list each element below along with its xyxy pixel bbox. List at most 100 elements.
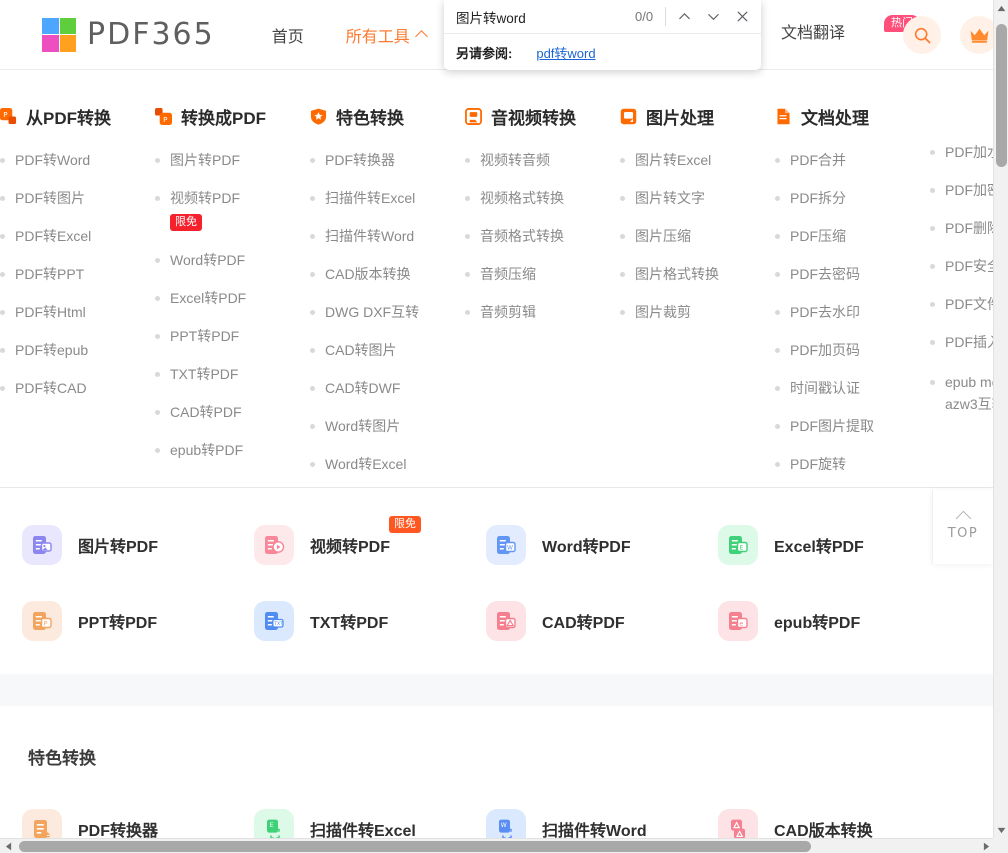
mega-item[interactable]: 音频格式转换 [453,227,608,245]
card-ppt-to-pdf[interactable]: P PPT转PDF [22,583,254,659]
mega-item[interactable]: 视频转PDF 限免 [143,189,298,231]
card-excel-to-pdf[interactable]: E Excel转PDF [718,507,950,583]
mega-item[interactable]: PPT转PDF [143,327,298,345]
mega-item[interactable]: PDF转PPT [0,265,143,283]
mega-item[interactable]: 音频压缩 [453,265,608,283]
vertical-scrollbar-thumb[interactable] [996,24,1007,167]
mega-item[interactable]: PDF加页码 [763,341,918,359]
mega-item[interactable]: 图片裁剪 [608,303,763,321]
horizontal-scrollbar[interactable] [0,838,1008,853]
page-root: PDF365 首页 所有工具 文档翻译 热门 P 从PDF转换 PDF转Word… [0,0,1008,853]
mega-item[interactable]: TXT转PDF [143,365,298,383]
find-close-button[interactable] [728,2,757,32]
mega-item[interactable]: 视频转音频 [453,151,608,169]
mega-item[interactable]: Excel转PDF [143,289,298,307]
mega-item[interactable]: CAD版本转换 [298,265,453,283]
card-video-to-pdf[interactable]: 视频转PDF 限免 [254,507,486,583]
mega-item[interactable]: 图片压缩 [608,227,763,245]
find-input[interactable] [444,8,635,25]
crown-icon [970,28,988,43]
pdf-convert-to-icon: P [155,108,172,125]
scroll-left-arrow[interactable] [0,839,16,853]
mega-item[interactable]: PDF删除页 [918,219,993,237]
mega-item[interactable]: PDF文件信息 [918,295,993,313]
find-suggestion-link[interactable]: pdf转word [536,43,595,62]
horizontal-scrollbar-thumb[interactable] [19,841,811,852]
mega-item[interactable]: 视频格式转换 [453,189,608,207]
scroll-up-arrow[interactable] [994,0,1008,16]
ppt-to-pdf-icon: P [22,601,62,641]
mega-item[interactable]: PDF去水印 [763,303,918,321]
mega-item[interactable]: Word转Excel [298,455,453,473]
mega-item[interactable]: PDF转Word [0,151,143,169]
mega-item[interactable]: PDF转换器 [298,151,453,169]
mega-item[interactable]: epub mobi azw3互转 [918,371,993,415]
video-to-pdf-icon [254,525,294,565]
find-next-button[interactable] [699,2,728,32]
mega-item[interactable]: PDF转图片 [0,189,143,207]
mega-item[interactable]: Word转PDF [143,251,298,269]
card-txt-to-pdf[interactable]: TXT TXT转PDF [254,583,486,659]
mega-item[interactable]: PDF转Excel [0,227,143,245]
mega-item[interactable]: PDF压缩 [763,227,918,245]
scroll-down-arrow[interactable] [994,822,1008,838]
mega-item[interactable]: PDF图片提取 [763,417,918,435]
mega-item[interactable]: PDF合并 [763,151,918,169]
mega-column-title: 文档处理 [801,109,869,128]
back-to-top-button[interactable]: TOP [932,490,993,564]
mega-item[interactable]: PDF转CAD [0,379,143,397]
mega-item[interactable]: PDF安全设置 [918,257,993,275]
mega-item[interactable]: 图片格式转换 [608,265,763,283]
section-divider [0,674,993,706]
mega-item[interactable]: 图片转文字 [608,189,763,207]
find-suggestion-row: 另请参阅: pdf转word [444,34,761,70]
mega-item[interactable]: PDF加水印 [918,143,993,161]
mega-item[interactable]: PDF转Html [0,303,143,321]
svg-text:E: E [739,543,743,551]
word-to-pdf-icon: W [486,525,526,565]
mega-item[interactable]: epub转PDF [143,441,298,459]
epub-to-pdf-icon: e [718,601,758,641]
nav-item-doc-translate[interactable]: 文档翻译 [781,19,845,43]
mega-item[interactable]: PDF拆分 [763,189,918,207]
mega-item[interactable]: CAD转PDF [143,403,298,421]
find-bar-row: 0/0 [444,0,761,34]
mega-item[interactable]: PDF旋转 [763,455,918,473]
mega-column-media: 音视频转换 视频转音频 视频格式转换 音频格式转换 音频压缩 音频剪辑 [453,104,608,487]
mega-item[interactable]: Word转图片 [298,417,453,435]
mega-column-header: P 从PDF转换 [0,104,143,129]
mega-item[interactable]: 图片转PDF [143,151,298,169]
mega-item[interactable]: 图片转Excel [608,151,763,169]
nav-item-home[interactable]: 首页 [272,23,304,47]
mega-item[interactable]: 扫描件转Excel [298,189,453,207]
mega-item[interactable]: PDF插入页 [918,333,993,351]
mega-item[interactable]: CAD转图片 [298,341,453,359]
scroll-right-arrow[interactable] [978,839,994,853]
mega-item[interactable]: 扫描件转Word [298,227,453,245]
card-image-to-pdf[interactable]: 图片转PDF [22,507,254,583]
find-previous-button[interactable] [670,2,699,32]
svg-text:TXT: TXT [273,621,283,627]
header-search-button[interactable] [903,16,941,54]
card-grid: 图片转PDF 视频转PDF 限免 W Word转PDF E Excel转PDF … [0,489,993,659]
nav-item-all-tools[interactable]: 所有工具 [346,23,428,47]
card-cad-to-pdf[interactable]: CAD转PDF [486,583,718,659]
card-epub-to-pdf[interactable]: e epub转PDF [718,583,950,659]
mega-item[interactable]: 时间戳认证 [763,379,918,397]
mega-item[interactable]: DWG DXF互转 [298,303,453,321]
mega-item[interactable]: PDF转epub [0,341,143,359]
vertical-scrollbar[interactable] [993,0,1008,838]
search-icon [914,27,930,43]
svg-text:E: E [270,821,274,829]
mega-item[interactable]: PDF加密码 [918,181,993,199]
triangle-right-icon [983,842,989,851]
mega-column-featured: 特色转换 PDF转换器 扫描件转Excel 扫描件转Word CAD版本转换 D… [298,104,453,487]
browser-find-bar: 0/0 另请参阅: pdf转word [444,0,761,70]
mega-item[interactable]: PDF去密码 [763,265,918,283]
svg-text:e: e [739,619,743,627]
mega-column-document: 文档处理 PDF合并 PDF拆分 PDF压缩 PDF去密码 PDF去水印 PDF… [763,104,918,487]
card-word-to-pdf[interactable]: W Word转PDF [486,507,718,583]
mega-item[interactable]: CAD转DWF [298,379,453,397]
logo[interactable]: PDF365 [42,17,215,52]
mega-item[interactable]: 音频剪辑 [453,303,608,321]
